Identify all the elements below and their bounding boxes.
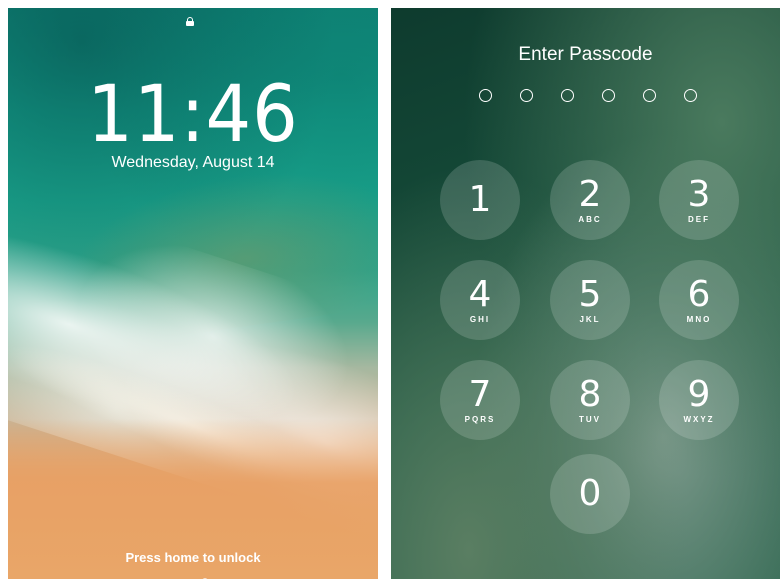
key-letters: WXYZ bbox=[683, 415, 715, 424]
key-7[interactable]: 7 PQRS bbox=[440, 360, 520, 440]
key-9[interactable]: 9 WXYZ bbox=[659, 360, 739, 440]
key-letters: JKL bbox=[579, 315, 601, 324]
key-letters: DEF bbox=[688, 215, 710, 224]
lock-screen: 11:46 Wednesday, August 14 Press home to… bbox=[8, 8, 378, 579]
key-2[interactable]: 2 ABC bbox=[550, 160, 630, 240]
key-5[interactable]: 5 JKL bbox=[550, 260, 630, 340]
passcode-screen: Enter Passcode 1 2 ABC 3 DEF 4 GHI 5 JKL… bbox=[391, 8, 780, 579]
key-digit: 7 bbox=[468, 374, 492, 415]
unlock-hint: Press home to unlock bbox=[125, 550, 261, 565]
keypad: 1 2 ABC 3 DEF 4 GHI 5 JKL 6 MNO 7 PQRS 8… bbox=[391, 8, 780, 579]
key-digit: 8 bbox=[578, 374, 602, 415]
key-8[interactable]: 8 TUV bbox=[550, 360, 630, 440]
key-letters: TUV bbox=[579, 415, 601, 424]
key-4[interactable]: 4 GHI bbox=[440, 260, 520, 340]
lock-time: 11:46 bbox=[87, 70, 299, 160]
key-letters: MNO bbox=[686, 315, 712, 324]
key-letters: PQRS bbox=[464, 415, 496, 424]
key-digit: 0 bbox=[578, 473, 602, 514]
lock-date: Wednesday, August 14 bbox=[111, 154, 275, 171]
key-6[interactable]: 6 MNO bbox=[659, 260, 739, 340]
key-digit: 2 bbox=[578, 174, 602, 215]
key-digit: 6 bbox=[687, 274, 711, 315]
key-digit: 3 bbox=[687, 174, 711, 215]
key-0[interactable]: 0 bbox=[550, 454, 630, 534]
key-digit: 5 bbox=[578, 274, 602, 315]
key-3[interactable]: 3 DEF bbox=[659, 160, 739, 240]
key-letters: ABC bbox=[578, 215, 602, 224]
key-digit: 9 bbox=[687, 374, 711, 415]
key-digit: 4 bbox=[468, 274, 492, 315]
lock-icon bbox=[185, 17, 195, 26]
key-1[interactable]: 1 bbox=[440, 160, 520, 240]
key-letters: GHI bbox=[469, 315, 491, 324]
key-digit: 1 bbox=[468, 179, 492, 220]
